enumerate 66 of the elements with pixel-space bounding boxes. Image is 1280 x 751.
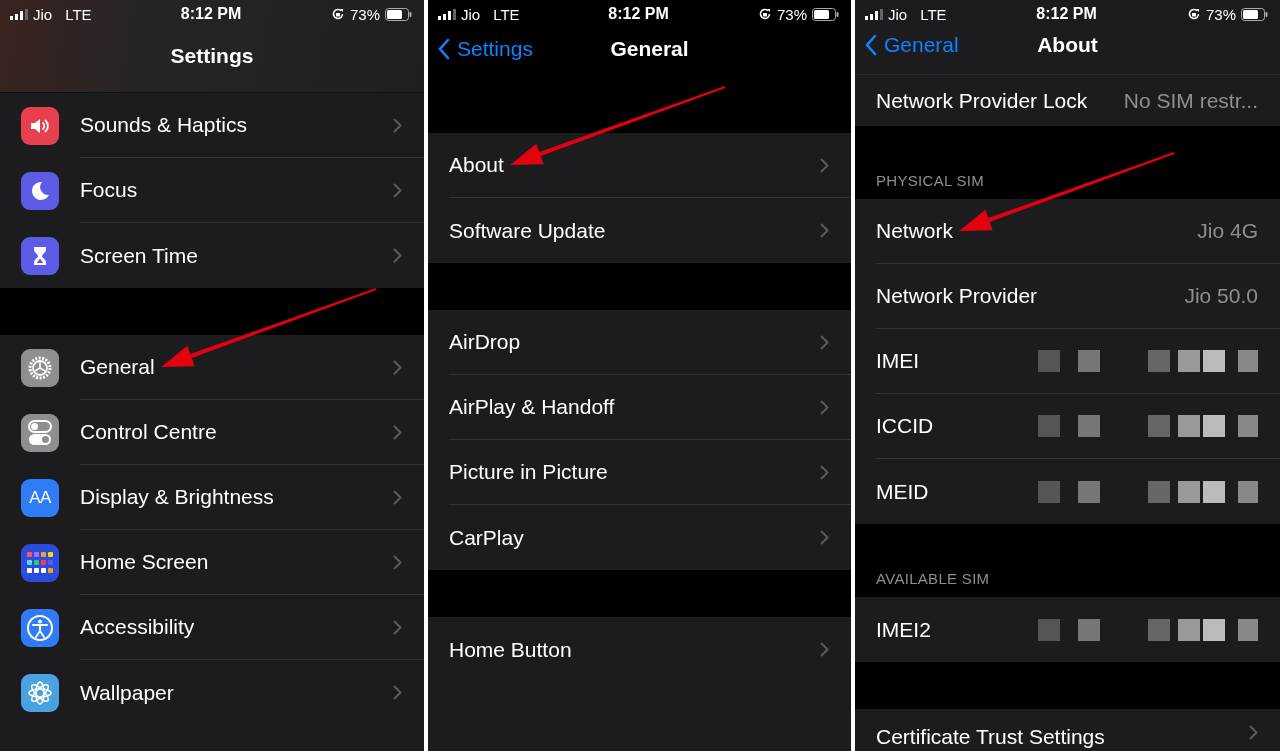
battery-icon [1241,7,1268,21]
battery-percent: 73% [776,5,807,23]
row-label[interactable]: Home Screen [80,550,209,574]
back-button[interactable]: Settings [438,37,533,61]
row-value: No SIM restr... [1123,88,1258,113]
row-label[interactable]: Wallpaper [80,680,174,705]
carrier-name: Jio [888,5,908,23]
status-time: 8:12 PM [180,5,242,23]
hourglass-icon [21,236,59,275]
row-label[interactable]: Certificate Trust Settings [876,725,1105,749]
signal-icon [438,8,456,20]
battery-percent: 73% [1205,5,1236,23]
speaker-icon [21,106,59,145]
row-label[interactable]: Home Button [449,637,572,662]
battery-icon [812,7,839,21]
chevron-left-icon [865,34,877,56]
row-label[interactable]: AirPlay & Handoff [449,395,615,419]
row-label[interactable]: Focus [80,178,138,202]
network-type: LTE [493,5,520,23]
app-grid-icon [21,543,59,582]
nav-title: About [1037,33,1098,57]
row-value: Jio 4G [1197,219,1258,243]
row-label[interactable]: Display & Brightness [80,485,274,509]
network-type: LTE [65,5,92,23]
toggles-icon [21,413,59,452]
signal-icon [865,8,883,20]
row-label[interactable]: Network Provider [876,284,1038,308]
flower-icon [21,673,59,712]
battery-percent: 73% [349,5,380,23]
status-time: 8:12 PM [608,5,669,23]
row-value: Jio 50.0 [1184,284,1258,308]
status-time: 8:12 PM [1036,5,1097,23]
carrier-name: Jio [461,5,481,23]
settings-icon [21,348,59,387]
moon-icon [21,171,59,210]
nav-title: Settings [170,44,254,68]
row-label[interactable]: Picture in Picture [449,460,608,484]
row-label[interactable]: IMEI [876,349,920,373]
row-label[interactable]: ICCID [876,414,934,438]
row-label[interactable]: AirDrop [449,330,521,354]
chevron-left-icon [438,38,450,60]
carrier-name: Jio [33,5,53,23]
row-label[interactable]: Software Update [449,218,606,243]
row-label[interactable]: CarPlay [449,525,524,550]
nav-title: General [610,37,689,61]
row-label[interactable]: General [80,355,155,379]
signal-icon [10,8,28,20]
battery-icon [385,7,412,21]
row-label[interactable]: Control Centre [80,420,217,444]
display-icon: AA [21,478,59,517]
row-label[interactable]: Network [876,219,954,243]
rotation-lock-icon [1186,7,1201,21]
row-label[interactable]: Accessibility [80,615,195,639]
row-label[interactable]: Sounds & Haptics [80,113,247,137]
section-header: AVAILABLE SIM [875,570,990,589]
row-label[interactable]: MEID [876,479,929,504]
back-button[interactable]: General [865,33,959,57]
row-label[interactable]: Network Provider Lock [876,88,1088,113]
row-label[interactable]: Screen Time [80,243,198,268]
network-type: LTE [920,5,947,23]
rotation-lock-icon [330,7,345,21]
row-label[interactable]: IMEI2 [876,617,931,642]
accessibility-icon [21,608,59,647]
row-label[interactable]: About [449,153,504,177]
rotation-lock-icon [757,7,772,21]
section-header: PHYSICAL SIM [875,172,985,191]
